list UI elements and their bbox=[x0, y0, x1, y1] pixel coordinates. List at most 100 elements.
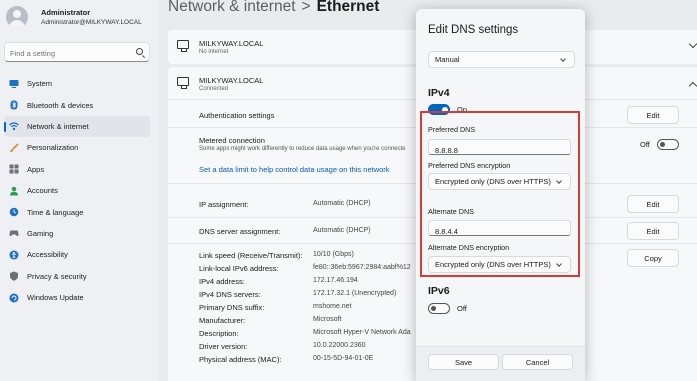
avatar bbox=[6, 6, 28, 28]
detail-value: 172.17.32.1 (Unencrypted) bbox=[313, 290, 397, 297]
sidebar-item-network[interactable]: Network & internet bbox=[4, 115, 150, 138]
apps-icon bbox=[9, 164, 19, 174]
network-status: Connected bbox=[199, 86, 229, 92]
shield-icon bbox=[9, 271, 19, 281]
sidebar-item-privacy[interactable]: Privacy & security bbox=[4, 266, 150, 287]
dns-assignment-label: DNS server assignment: bbox=[199, 227, 281, 236]
chevron-down-icon bbox=[556, 178, 562, 184]
profile-name: Administrator bbox=[41, 7, 91, 17]
metered-state-label: Off bbox=[640, 140, 650, 149]
user-profile[interactable]: Administrator Administrator@MILKYWAY.LOC… bbox=[6, 6, 142, 28]
ethernet-icon bbox=[177, 40, 189, 52]
chevron-down-icon[interactable] bbox=[688, 39, 697, 49]
sidebar-item-bluetooth[interactable]: Bluetooth & devices bbox=[4, 94, 150, 115]
detail-label: Manufacturer: bbox=[199, 316, 246, 325]
network-name: MILKYWAY.LOCAL bbox=[199, 76, 264, 85]
profile-text: Administrator Administrator@MILKYWAY.LOC… bbox=[41, 8, 142, 27]
preferred-dns-input[interactable] bbox=[429, 143, 570, 158]
ip-assignment-value: Automatic (DHCP) bbox=[313, 200, 371, 207]
dns-edit-button[interactable]: Edit bbox=[627, 222, 679, 240]
controller-icon bbox=[9, 228, 19, 238]
edit-dns-dialog: Edit DNS settings Manual IPv4 On Preferr… bbox=[416, 9, 585, 381]
chevron-down-icon bbox=[556, 261, 562, 267]
dns-mode-dropdown[interactable]: Manual bbox=[428, 51, 575, 68]
preferred-dns-encryption-dropdown[interactable]: Encrypted only (DNS over HTTPS) bbox=[428, 173, 571, 190]
detail-value: 10.0.22000.2360 bbox=[313, 342, 366, 349]
sidebar: Administrator Administrator@MILKYWAY.LOC… bbox=[0, 0, 158, 381]
sidebar-item-gaming[interactable]: Gaming bbox=[4, 223, 150, 244]
sidebar-item-label: Network & internet bbox=[27, 121, 89, 131]
ip-edit-button[interactable]: Edit bbox=[627, 195, 679, 213]
network-name: MILKYWAY.LOCAL bbox=[199, 39, 264, 48]
sidebar-nav: System Bluetooth & devices Network & int… bbox=[4, 73, 150, 308]
metered-toggle[interactable] bbox=[657, 139, 679, 150]
ipv6-toggle-label: Off bbox=[457, 304, 467, 313]
sidebar-item-label: System bbox=[27, 79, 53, 89]
search-icon[interactable] bbox=[136, 48, 143, 55]
find-setting-box[interactable] bbox=[4, 42, 150, 63]
person-icon bbox=[9, 186, 19, 196]
sidebar-item-time-language[interactable]: Time & language bbox=[4, 201, 150, 222]
sidebar-item-label: Accounts bbox=[27, 186, 58, 196]
dialog-title: Edit DNS settings bbox=[428, 24, 519, 36]
ethernet-icon bbox=[177, 77, 189, 89]
page-title: Ethernet bbox=[316, 0, 380, 15]
detail-label: Link-local IPv6 address: bbox=[199, 264, 279, 273]
monitor-icon bbox=[9, 79, 19, 89]
sidebar-item-label: Time & language bbox=[27, 207, 84, 217]
profile-email: Administrator@MILKYWAY.LOCAL bbox=[41, 18, 142, 26]
highlight-box bbox=[420, 111, 580, 277]
metered-connection-label: Metered connection bbox=[199, 136, 265, 145]
detail-value: 172.17.46.194 bbox=[313, 277, 358, 284]
ipv6-toggle[interactable] bbox=[428, 303, 450, 314]
alternate-dns-encryption-label: Alternate DNS encryption bbox=[428, 243, 510, 252]
brush-icon bbox=[9, 143, 19, 153]
copy-button[interactable]: Copy bbox=[627, 249, 679, 267]
sidebar-item-personalization[interactable]: Personalization bbox=[4, 137, 150, 158]
detail-label: Primary DNS suffix: bbox=[199, 303, 265, 312]
sidebar-item-system[interactable]: System bbox=[4, 73, 150, 94]
detail-value: fe80::36eb:5967:2984:aabf%12 bbox=[313, 264, 411, 271]
cancel-button[interactable]: Cancel bbox=[502, 354, 573, 370]
sidebar-item-label: Bluetooth & devices bbox=[27, 100, 94, 110]
detail-label: Link speed (Receive/Transmit): bbox=[199, 251, 303, 260]
sidebar-item-accounts[interactable]: Accounts bbox=[4, 180, 150, 201]
ipv4-heading: IPv4 bbox=[428, 87, 450, 99]
save-button[interactable]: Save bbox=[428, 354, 499, 370]
chevron-up-icon[interactable] bbox=[688, 81, 697, 91]
alternate-dns-label: Alternate DNS bbox=[428, 207, 474, 216]
metered-connection-description: Some apps might work differently to redu… bbox=[199, 146, 406, 152]
ipv6-heading: IPv6 bbox=[428, 285, 450, 297]
detail-label: Driver version: bbox=[199, 342, 248, 351]
dns-mode-value: Manual bbox=[435, 55, 460, 64]
detail-label: IPv4 DNS servers: bbox=[199, 290, 261, 299]
alternate-dns-encryption-dropdown[interactable]: Encrypted only (DNS over HTTPS) bbox=[428, 256, 571, 273]
alternate-dns-input[interactable] bbox=[429, 224, 570, 239]
sidebar-item-label: Apps bbox=[27, 164, 45, 174]
globe-clock-icon bbox=[9, 207, 19, 217]
chevron-down-icon bbox=[560, 56, 566, 62]
sidebar-item-label: Privacy & security bbox=[27, 271, 87, 281]
breadcrumb-parent[interactable]: Network & internet bbox=[168, 0, 296, 15]
accessibility-icon bbox=[9, 250, 19, 260]
detail-value: 10/10 (Gbps) bbox=[313, 251, 354, 258]
breadcrumb-separator: > bbox=[301, 0, 311, 15]
auth-settings-label: Authentication settings bbox=[199, 111, 275, 120]
auth-edit-button[interactable]: Edit bbox=[627, 106, 679, 124]
alternate-dns-field[interactable] bbox=[428, 220, 571, 239]
search-input[interactable] bbox=[5, 44, 125, 63]
preferred-dns-field[interactable] bbox=[428, 139, 571, 158]
sidebar-item-accessibility[interactable]: Accessibility bbox=[4, 244, 150, 265]
detail-label: Description: bbox=[199, 329, 239, 338]
detail-label: IPv4 address: bbox=[199, 277, 245, 286]
sidebar-item-apps[interactable]: Apps bbox=[4, 159, 150, 180]
bluetooth-icon bbox=[9, 100, 19, 110]
preferred-dns-label: Preferred DNS bbox=[428, 125, 476, 134]
detail-value: 00-15-5D-94-01-0E bbox=[313, 355, 374, 362]
sidebar-item-label: Gaming bbox=[27, 228, 54, 238]
update-icon bbox=[9, 293, 19, 303]
sidebar-item-windows-update[interactable]: Windows Update bbox=[4, 287, 150, 308]
data-limit-link[interactable]: Set a data limit to help control data us… bbox=[199, 165, 390, 174]
dialog-footer: Save Cancel bbox=[416, 346, 585, 381]
dns-assignment-value: Automatic (DHCP) bbox=[313, 227, 371, 234]
